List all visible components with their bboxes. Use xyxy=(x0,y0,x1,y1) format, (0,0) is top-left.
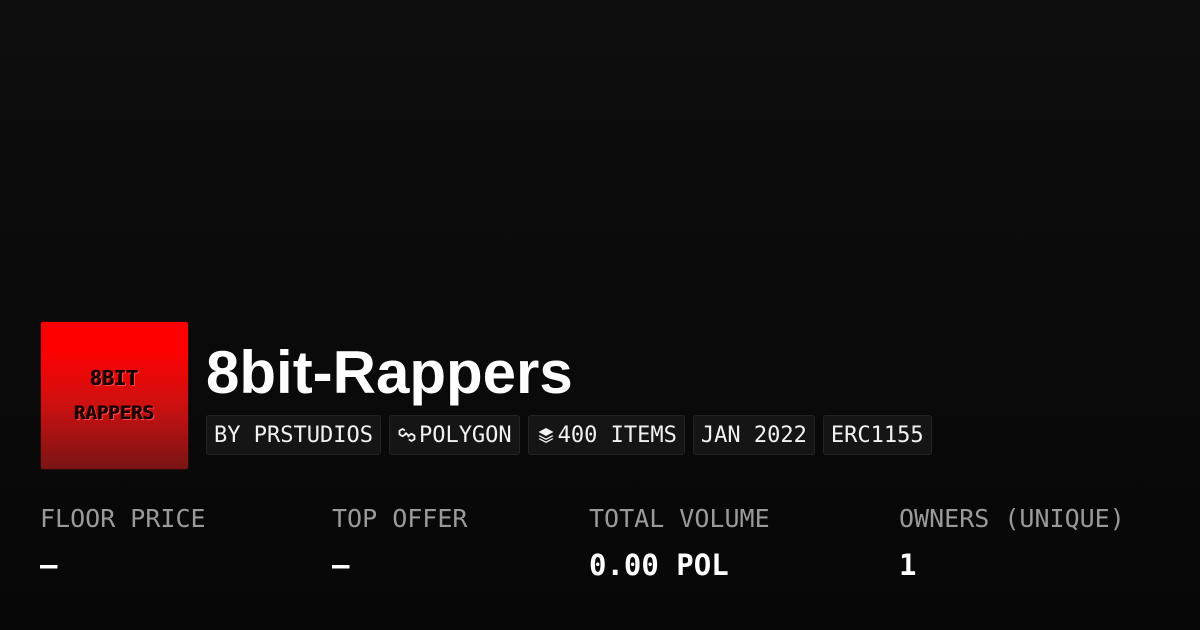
tag-date[interactable]: JAN 2022 xyxy=(692,415,815,455)
tag-chain[interactable]: POLYGON xyxy=(388,415,520,455)
title-block: 8bit-Rappers BY PRSTUDIOS POLYGON 400 IT… xyxy=(206,321,932,455)
logo-text-line2: RAPPERS xyxy=(74,402,155,424)
stat-floor-price-label: FLOOR PRICE xyxy=(40,504,206,533)
stats-row: FLOOR PRICE — TOP OFFER — TOTAL VOLUME 0… xyxy=(40,506,1180,606)
stat-owners: OWNERS (UNIQUE) 1 xyxy=(899,506,1125,580)
tag-creator-label: BY PRSTUDIOS xyxy=(214,422,373,448)
stat-owners-label: OWNERS (UNIQUE) xyxy=(899,504,1125,533)
tag-standard-label: ERC1155 xyxy=(830,422,924,448)
tag-creator[interactable]: BY PRSTUDIOS xyxy=(206,415,381,455)
tag-standard[interactable]: ERC1155 xyxy=(822,415,932,455)
collection-header: 8BIT RAPPERS 8bit-Rappers BY PRSTUDIOS P… xyxy=(40,321,932,470)
stat-floor-price-value: — xyxy=(40,548,58,582)
tag-list: BY PRSTUDIOS POLYGON 400 ITEMS JAN 2022 … xyxy=(206,415,932,455)
stat-top-offer-value: — xyxy=(332,548,350,582)
tag-chain-label: POLYGON xyxy=(418,422,512,448)
stat-owners-value: 1 xyxy=(899,548,917,582)
polygon-chain-icon xyxy=(397,425,417,445)
logo-text-line1: 8BIT xyxy=(90,366,139,390)
stat-total-volume-label: TOTAL VOLUME xyxy=(589,504,770,533)
tag-items-label: 400 ITEMS xyxy=(557,422,677,448)
stat-top-offer-label: TOP OFFER xyxy=(332,504,468,533)
layers-icon xyxy=(536,425,556,445)
stat-top-offer: TOP OFFER — xyxy=(332,506,467,580)
tag-items[interactable]: 400 ITEMS xyxy=(527,415,685,455)
stat-floor-price: FLOOR PRICE — xyxy=(40,506,206,580)
stat-total-volume: TOTAL VOLUME 0.00 POL xyxy=(589,506,770,580)
stat-total-volume-value: 0.00 POL xyxy=(589,548,729,582)
tag-date-label: JAN 2022 xyxy=(700,422,807,448)
collection-title: 8bit-Rappers xyxy=(206,339,573,406)
collection-logo: 8BIT RAPPERS xyxy=(40,321,189,470)
